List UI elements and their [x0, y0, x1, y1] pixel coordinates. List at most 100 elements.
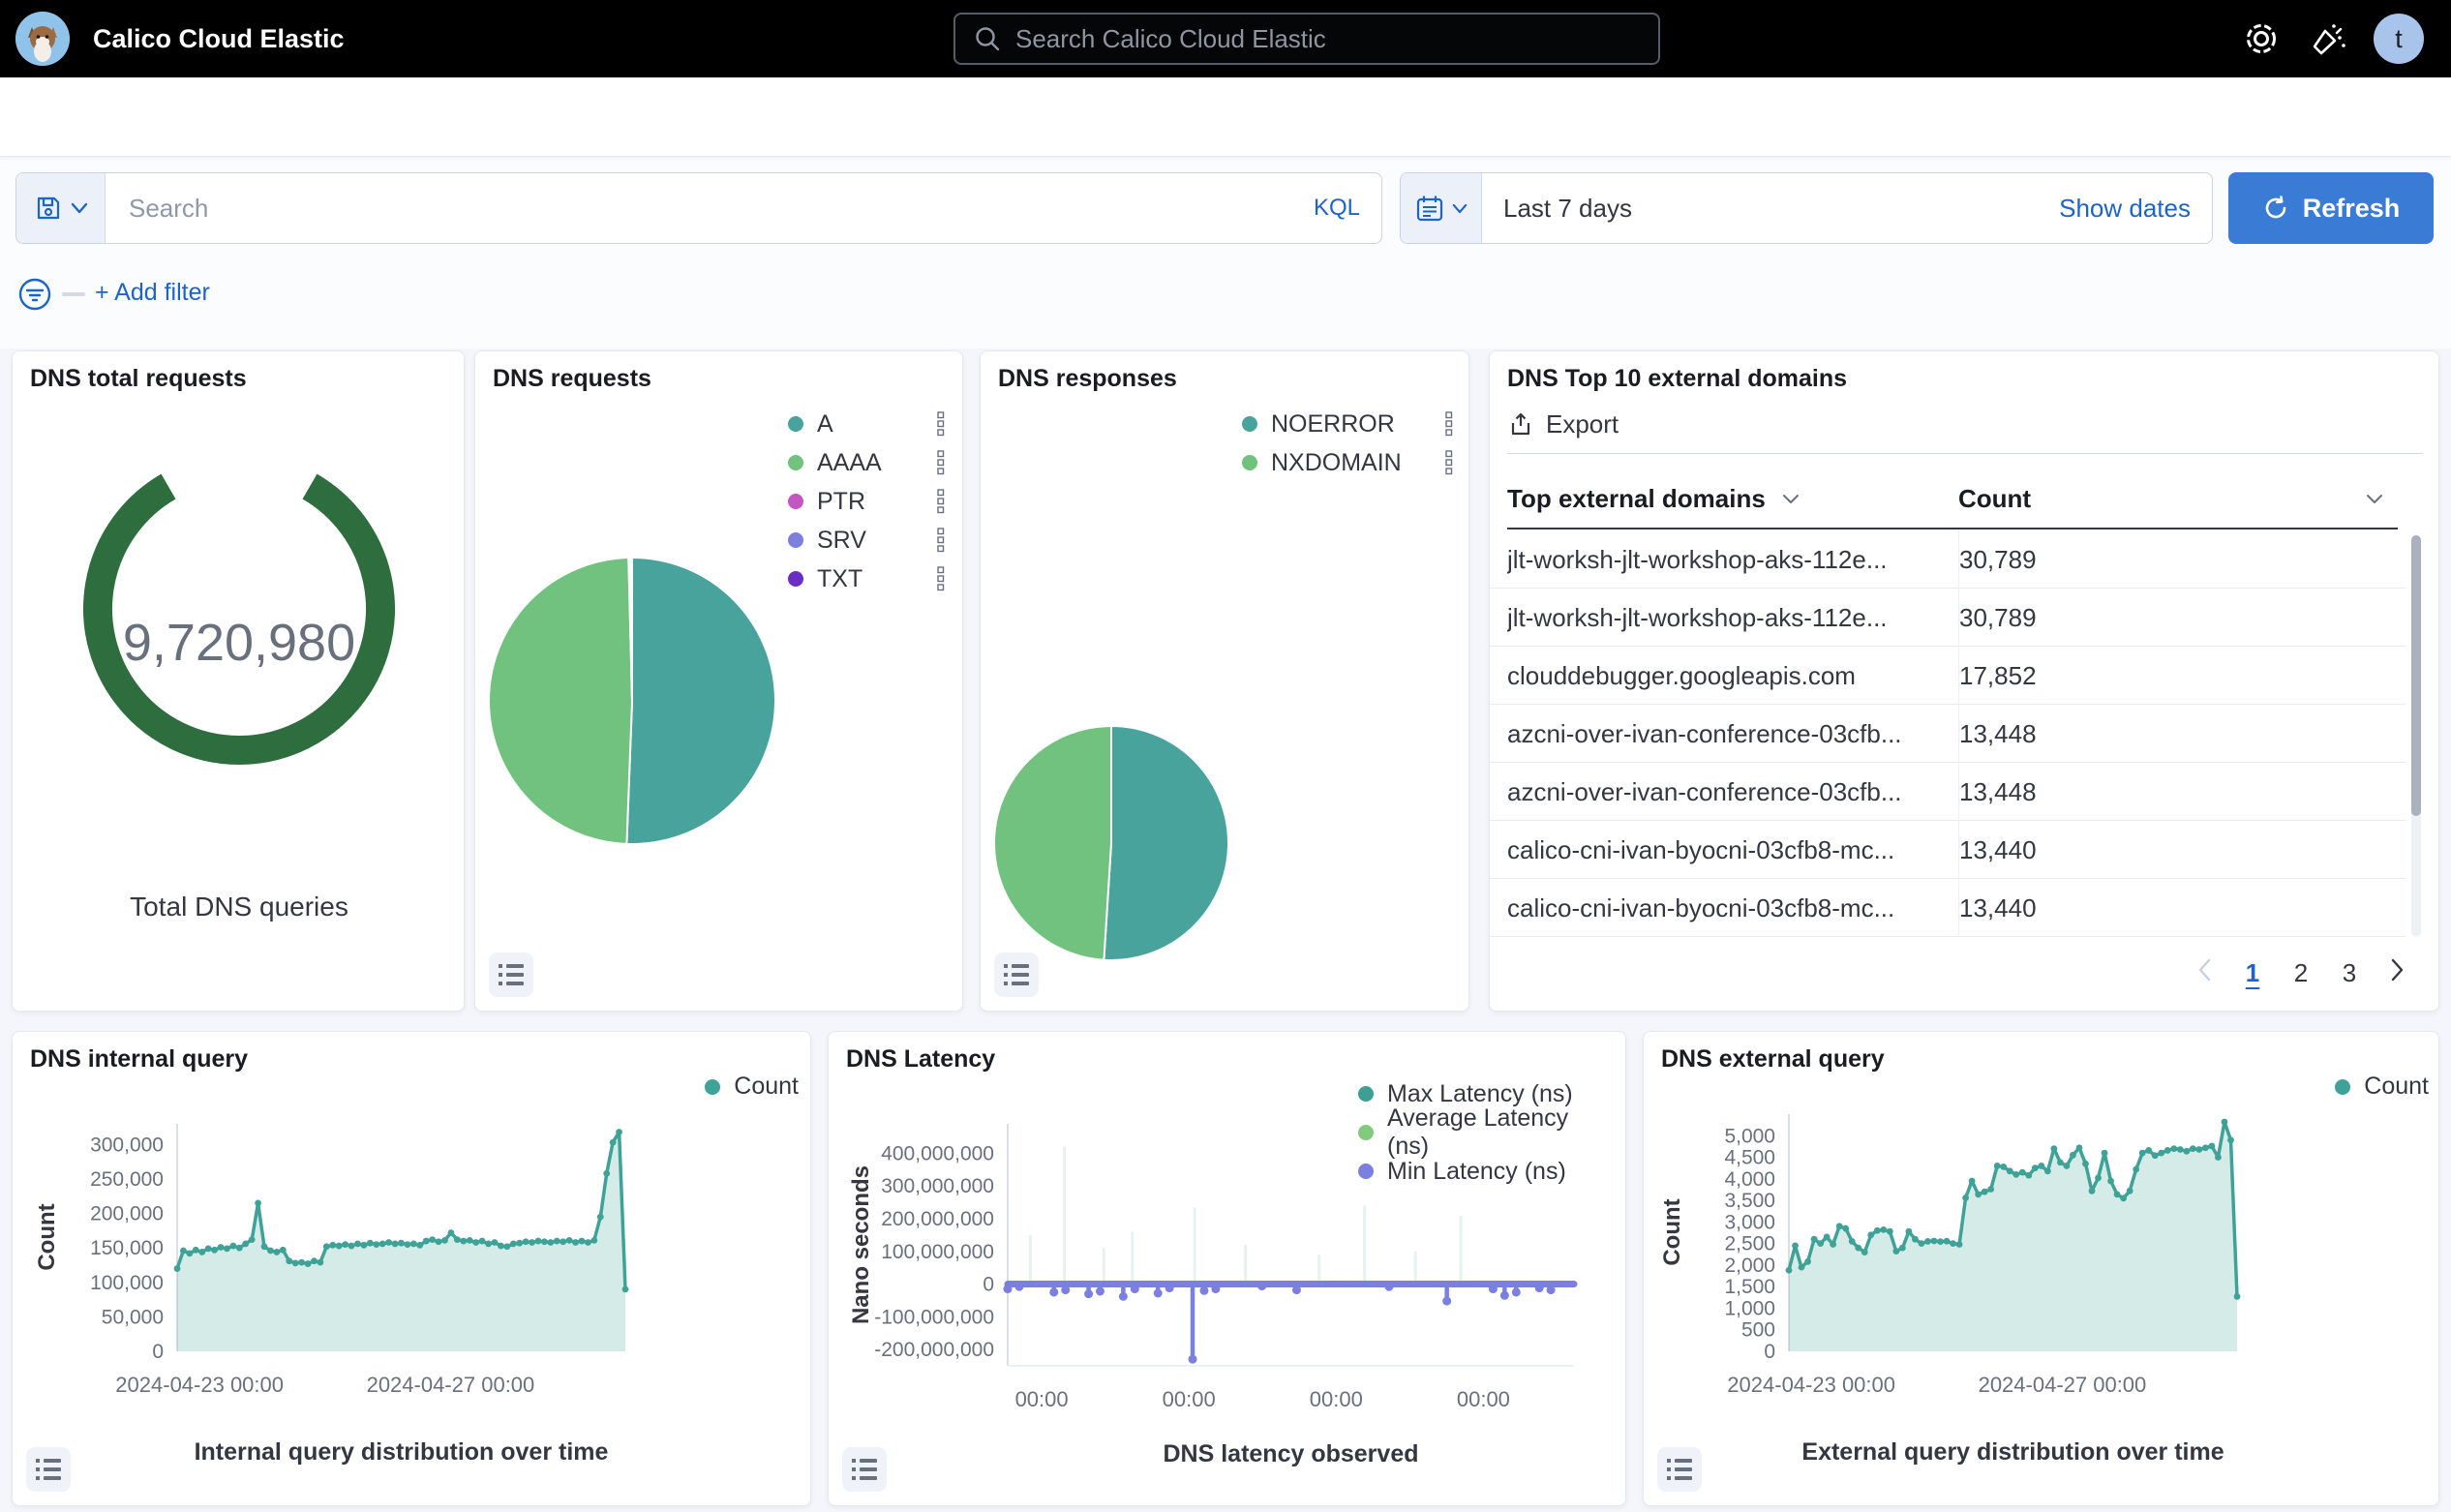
page-button-3[interactable]: 3: [2330, 953, 2369, 992]
external-query-chart: 05001,0001,5002,0002,5003,0003,5004,0004…: [1644, 1032, 2440, 1507]
date-quick-menu[interactable]: [1401, 173, 1482, 243]
legend-toggle-button[interactable]: [842, 1447, 887, 1492]
panel-dns-total-requests: DNS total requests 9,720,980 Total DNS q…: [12, 350, 465, 1012]
panel-dns-requests: DNS requests A AAAA PTR SRV: [474, 350, 963, 1012]
show-dates-button[interactable]: Show dates: [2059, 194, 2191, 224]
svg-text:0: 0: [1764, 1341, 1775, 1363]
svg-text:4,500: 4,500: [1724, 1147, 1775, 1169]
legend-options-icon[interactable]: [1445, 450, 1453, 475]
save-icon: [34, 194, 63, 223]
filter-icon[interactable]: [17, 277, 52, 312]
legend-options-icon[interactable]: [937, 411, 945, 437]
svg-text:2024-04-23 00:00: 2024-04-23 00:00: [115, 1373, 284, 1397]
total-requests-gauge: [75, 444, 404, 773]
column-label: Count: [1958, 484, 2031, 514]
export-label: Export: [1546, 409, 1619, 439]
legend-label: A: [817, 410, 923, 438]
svg-text:-200,000,000: -200,000,000: [874, 1339, 994, 1361]
saved-query-menu[interactable]: [16, 173, 106, 243]
count-cell: 17,852: [1959, 661, 2037, 690]
page-button-1[interactable]: 1: [2233, 953, 2272, 992]
calico-logo[interactable]: [15, 12, 70, 66]
column-header-domains[interactable]: Top external domains: [1507, 469, 1800, 528]
legend-dot: [788, 494, 803, 509]
legend-toggle-button[interactable]: [994, 953, 1039, 997]
panel-dns-external-query: DNS external query Count Count 05001,000…: [1643, 1031, 2439, 1506]
help-icon[interactable]: [2244, 21, 2279, 56]
legend-item-txt[interactable]: TXT: [788, 559, 945, 598]
table-row[interactable]: azcni-over-ivan-conference-03cfb... 13,4…: [1490, 763, 2406, 821]
domain-cell: calico-cni-ivan-byocni-03cfb8-mc...: [1507, 879, 1933, 937]
refresh-label: Refresh: [2303, 194, 2401, 224]
add-filter-button[interactable]: + Add filter: [95, 279, 210, 307]
time-range-value[interactable]: Last 7 days: [1503, 194, 2059, 224]
svg-text:2024-04-27 00:00: 2024-04-27 00:00: [1979, 1373, 2147, 1397]
legend-options-icon[interactable]: [937, 528, 945, 553]
next-page-icon[interactable]: [2378, 953, 2417, 992]
table-scrollbar-thumb[interactable]: [2411, 535, 2421, 816]
page-button-2[interactable]: 2: [2282, 953, 2320, 992]
internal-query-chart: 050,000100,000150,000200,000250,000300,0…: [13, 1032, 812, 1507]
legend-item-ptr[interactable]: PTR: [788, 482, 945, 521]
legend-label: AAAA: [817, 449, 923, 477]
legend-options-icon[interactable]: [937, 566, 945, 591]
chevron-down-icon: [1452, 203, 1468, 214]
news-icon[interactable]: [2312, 21, 2346, 56]
list-icon: [498, 962, 525, 987]
sort-chevron-icon: [1781, 493, 1800, 504]
panel-title: DNS requests: [493, 365, 651, 393]
count-cell: 13,440: [1959, 835, 2037, 864]
legend-toggle-button[interactable]: [1657, 1447, 1702, 1492]
legend-item-nxdomain[interactable]: NXDOMAIN: [1242, 443, 1453, 482]
table-row[interactable]: calico-cni-ivan-byocni-03cfb8-mc... 13,4…: [1490, 821, 2406, 879]
legend-label: PTR: [817, 488, 923, 516]
calendar-icon: [1415, 194, 1444, 223]
svg-text:-100,000,000: -100,000,000: [874, 1306, 994, 1328]
domain-cell: jlt-worksh-jlt-workshop-aks-112e...: [1507, 589, 1933, 647]
global-header: Calico Cloud Elastic Search Calico Cloud…: [0, 0, 2451, 77]
table-row[interactable]: jlt-worksh-jlt-workshop-aks-112e... 30,7…: [1490, 589, 2406, 647]
panel-dns-responses: DNS responses NOERROR NXDOMAIN: [980, 350, 1469, 1012]
x-axis-title: DNS latency observed: [1008, 1440, 1574, 1468]
panel-top-external-domains: DNS Top 10 external domains Export Top e…: [1489, 350, 2439, 1012]
global-search-input[interactable]: Search Calico Cloud Elastic: [953, 13, 1660, 65]
refresh-button[interactable]: Refresh: [2228, 172, 2434, 244]
refresh-icon: [2262, 195, 2289, 222]
kql-button[interactable]: KQL: [1314, 195, 1360, 222]
table-row[interactable]: azcni-over-ivan-conference-03cfb... 13,4…: [1490, 705, 2406, 763]
svg-text:2,000: 2,000: [1724, 1255, 1775, 1277]
legend-options-icon[interactable]: [1445, 411, 1453, 437]
pagination: 1 2 3: [2185, 953, 2417, 992]
x-axis-title: Internal query distribution over time: [177, 1438, 625, 1467]
export-button[interactable]: Export: [1507, 409, 1619, 439]
svg-text:00:00: 00:00: [1310, 1387, 1363, 1411]
legend-item-srv[interactable]: SRV: [788, 521, 945, 559]
legend-item-noerror[interactable]: NOERROR: [1242, 405, 1453, 443]
legend-item-a[interactable]: A: [788, 405, 945, 443]
list-icon: [35, 1457, 62, 1482]
prev-page-icon[interactable]: [2185, 953, 2224, 992]
svg-text:300,000,000: 300,000,000: [881, 1175, 994, 1197]
table-row[interactable]: jlt-worksh-jlt-workshop-aks-112e... 30,7…: [1490, 530, 2406, 589]
legend-toggle-button[interactable]: [26, 1447, 71, 1492]
date-picker[interactable]: Last 7 days Show dates: [1400, 172, 2213, 244]
kql-search-bar[interactable]: Search KQL: [15, 172, 1382, 244]
legend-label: TXT: [817, 565, 923, 593]
panel-dns-latency: DNS Latency Max Latency (ns) Average Lat…: [828, 1031, 1626, 1506]
legend-label: SRV: [817, 527, 923, 555]
svg-text:3,000: 3,000: [1724, 1211, 1775, 1233]
table-row[interactable]: clouddebugger.googleapis.com 17,852: [1490, 647, 2406, 705]
svg-text:5,000: 5,000: [1724, 1125, 1775, 1147]
table-row[interactable]: calico-cni-ivan-byocni-03cfb8-mc... 13,4…: [1490, 879, 2406, 937]
count-cell: 13,448: [1959, 719, 2037, 748]
export-icon: [1507, 411, 1534, 438]
list-icon: [1003, 962, 1030, 987]
svg-text:50,000: 50,000: [102, 1306, 164, 1328]
legend-item-aaaa[interactable]: AAAA: [788, 443, 945, 482]
column-header-count[interactable]: Count: [1958, 469, 2384, 528]
legend-options-icon[interactable]: [937, 450, 945, 475]
user-avatar[interactable]: t: [2374, 14, 2424, 64]
legend-options-icon[interactable]: [937, 489, 945, 514]
legend-toggle-button[interactable]: [489, 953, 533, 997]
responses-legend: NOERROR NXDOMAIN: [1242, 405, 1453, 482]
